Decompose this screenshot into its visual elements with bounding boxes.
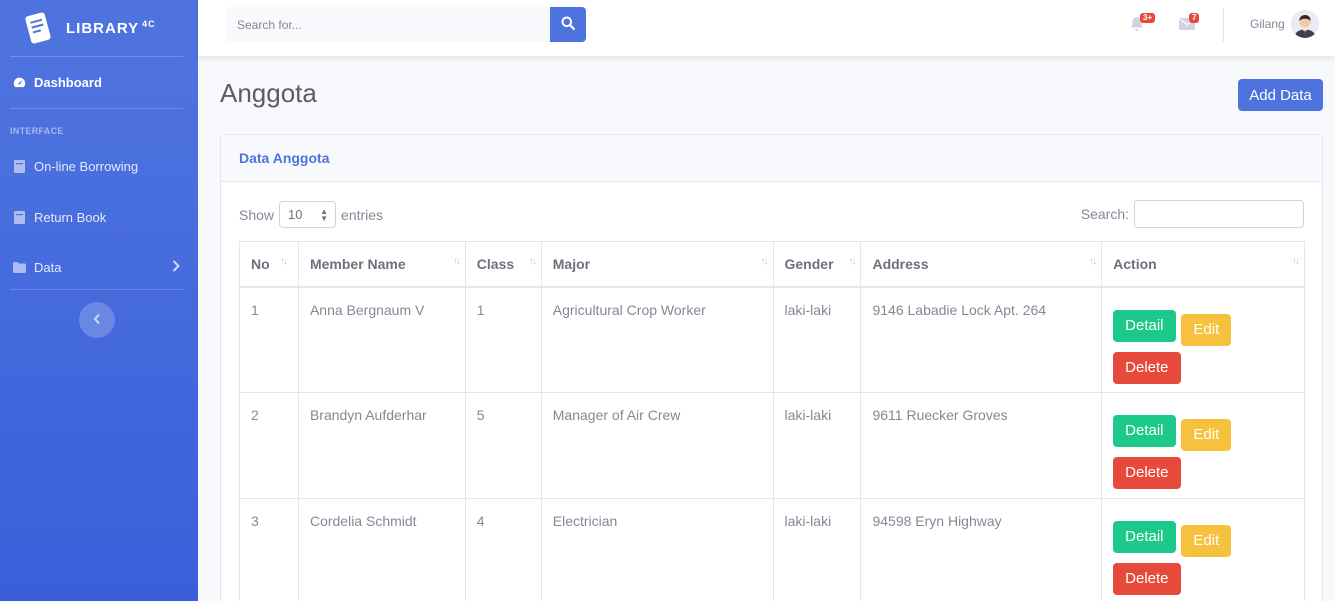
members-table: No ↑↓ Member Name ↑↓ Class ↑↓ Major ↑↓ Gende…	[239, 241, 1305, 601]
table-search-label: Search:	[1080, 206, 1129, 222]
alerts-badge: 3+	[1140, 13, 1156, 23]
cell-no: 1	[239, 286, 299, 393]
topbar: 3+ 7 Gilang	[198, 0, 1335, 56]
cell-no: 2	[239, 392, 299, 499]
messages-badge: 7	[1189, 13, 1200, 23]
data-card: Data Anggota Show 10 ▲ ▼ entries Search: …	[220, 134, 1323, 601]
table-header-row: No ↑↓ Member Name ↑↓ Class ↑↓ Major ↑↓ Gende…	[239, 241, 1305, 287]
table-row: 2 Brandyn Aufderhar 5 Manager of Air Cre…	[239, 392, 1305, 499]
column-header-address[interactable]: Address ↑↓	[860, 241, 1103, 287]
table-row: 1 Anna Bergnaum V 1 Agricultural Crop Wo…	[239, 286, 1305, 393]
entries-label: entries	[341, 206, 384, 223]
book-icon	[12, 159, 26, 173]
delete-button[interactable]: Delete	[1113, 457, 1181, 489]
detail-button[interactable]: Detail	[1113, 309, 1176, 342]
sort-icon: ↑↓	[452, 256, 461, 267]
cell-member-name: Cordelia Schmidt	[297, 498, 466, 601]
delete-button[interactable]: Delete	[1113, 563, 1181, 595]
entries-select-value: 10	[288, 207, 303, 222]
messages-dropdown[interactable]: 7	[1179, 13, 1203, 34]
add-data-button[interactable]: Add Data	[1238, 79, 1323, 111]
username[interactable]: Gilang	[1250, 17, 1285, 31]
brand[interactable]: LIBRARY 4C	[0, 0, 198, 56]
cell-no: 3	[239, 498, 299, 601]
topbar-divider	[1223, 8, 1224, 42]
sidebar-toggle-button[interactable]	[79, 302, 115, 338]
cell-member-name: Anna Bergnaum V	[297, 286, 466, 393]
entries-length-control: Show 10 ▲ ▼ entries	[239, 201, 383, 228]
sidebar-item-label: Data	[34, 259, 62, 275]
column-header-major[interactable]: Major ↑↓	[540, 241, 774, 287]
table-search-input[interactable]	[1134, 200, 1304, 228]
column-header-member-name[interactable]: Member Name ↑↓	[297, 241, 466, 287]
cell-gender: laki-laki	[772, 392, 862, 499]
cell-major: Manager of Air Crew	[540, 392, 774, 499]
sidebar-heading: INTERFACE	[10, 126, 64, 136]
column-header-no[interactable]: No ↑↓	[239, 241, 299, 287]
cell-class: 1	[464, 286, 542, 393]
brand-name: LIBRARY 4C	[66, 19, 156, 37]
cell-class: 5	[464, 392, 542, 499]
cell-major: Electrician	[540, 498, 774, 601]
edit-button[interactable]: Edit	[1181, 419, 1232, 451]
cell-actions: Detail Edit Delete	[1101, 498, 1305, 601]
book-logo-icon	[22, 11, 54, 45]
page-title: Anggota	[220, 78, 317, 108]
cell-gender: laki-laki	[772, 286, 862, 393]
sort-icon: ↑↓	[528, 256, 537, 267]
sidebar: LIBRARY 4C Dashboard INTERFACE On-line Bo…	[0, 0, 198, 601]
edit-button[interactable]: Edit	[1181, 525, 1232, 557]
cell-address: 9611 Ruecker Groves	[860, 392, 1103, 499]
sidebar-divider	[10, 289, 183, 290]
search-input[interactable]	[226, 7, 550, 42]
cell-class: 4	[464, 498, 542, 601]
delete-button[interactable]: Delete	[1113, 351, 1181, 384]
table-row: 3 Cordelia Schmidt 4 Electrician laki-la…	[239, 498, 1305, 601]
sidebar-item-online-borrowing[interactable]: On-line Borrowing	[0, 143, 198, 189]
column-header-action[interactable]: Action ↑↓	[1101, 241, 1305, 287]
card-title: Data Anggota	[221, 135, 1322, 182]
cell-gender: laki-laki	[772, 498, 862, 601]
book-icon	[12, 210, 26, 224]
column-header-class[interactable]: Class ↑↓	[464, 241, 542, 287]
cell-actions: Detail Edit Delete	[1101, 286, 1305, 393]
entries-select[interactable]: 10 ▲ ▼	[279, 201, 337, 228]
topbar-search	[226, 7, 586, 42]
sort-icon: ↑↓	[1089, 256, 1097, 267]
brand-sup: 4C	[142, 19, 156, 29]
sort-icon: ↑↓	[760, 256, 769, 267]
cell-actions: Detail Edit Delete	[1101, 392, 1305, 499]
table-search: Search:	[1081, 200, 1304, 228]
sidebar-item-label: Dashboard	[34, 75, 102, 90]
chevron-right-icon	[172, 259, 180, 275]
show-label: Show	[239, 206, 275, 223]
folder-icon	[12, 260, 26, 274]
sidebar-item-label: On-line Borrowing	[34, 158, 139, 174]
cell-address: 9146 Labadie Lock Apt. 264	[860, 286, 1103, 393]
sidebar-item-dashboard[interactable]: Dashboard	[0, 57, 198, 108]
detail-button[interactable]: Detail	[1113, 415, 1176, 447]
sidebar-item-return-book[interactable]: Return Book	[0, 189, 198, 245]
sort-icon: ↑↓	[848, 256, 856, 267]
tachometer-icon	[12, 76, 26, 90]
cell-address: 94598 Eryn Highway	[860, 498, 1103, 601]
sidebar-item-data[interactable]: Data	[0, 245, 198, 289]
column-header-gender[interactable]: Gender ↑↓	[772, 241, 862, 287]
cell-member-name: Brandyn Aufderhar	[297, 392, 466, 499]
cell-major: Agricultural Crop Worker	[540, 286, 774, 393]
alerts-dropdown[interactable]: 3+	[1130, 13, 1156, 34]
sidebar-item-label: Return Book	[34, 209, 107, 225]
search-icon	[561, 16, 575, 33]
avatar[interactable]	[1291, 10, 1319, 38]
search-button[interactable]	[550, 7, 586, 42]
detail-button[interactable]: Detail	[1113, 521, 1176, 553]
sort-icon: ↑↓	[1292, 256, 1300, 267]
edit-button[interactable]: Edit	[1181, 313, 1232, 346]
chevron-left-icon	[93, 312, 101, 328]
sort-updown-icon: ▲ ▼	[320, 207, 329, 223]
sort-icon: ↑↓	[279, 256, 288, 267]
